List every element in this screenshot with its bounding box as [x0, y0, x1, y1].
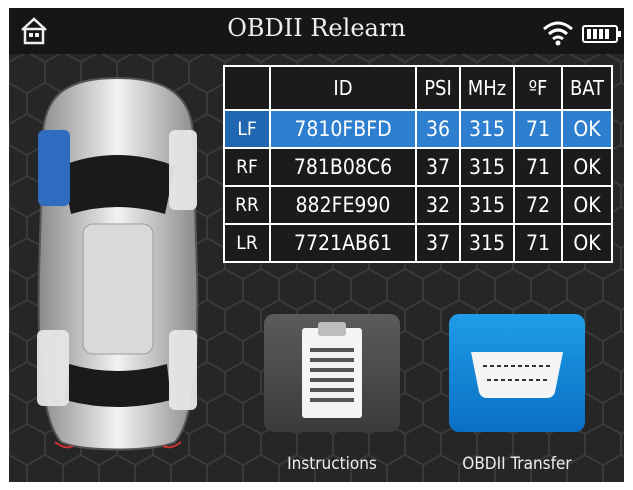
table-row-rf[interactable]: RF 781B08C6 37 315 71 OK	[223, 147, 613, 187]
row-battery: OK	[561, 147, 613, 187]
header-psi: PSI	[415, 65, 461, 111]
header-mhz: MHz	[459, 65, 515, 111]
row-mhz: 315	[459, 147, 515, 187]
tire-left-rear[interactable]	[37, 330, 69, 406]
table-row-rr[interactable]: RR 882FE990 32 315 72 OK	[223, 185, 613, 225]
row-position: RR	[223, 185, 271, 225]
row-temp: 71	[513, 147, 563, 187]
row-temp: 72	[513, 185, 563, 225]
obd-connector-icon	[471, 352, 563, 398]
row-sensor-id: 781B08C6	[269, 147, 417, 187]
tire-right-front[interactable]	[169, 130, 197, 210]
row-battery: OK	[561, 185, 613, 225]
obd-transfer-label: OBDII Transfer	[462, 454, 572, 474]
row-sensor-id: 882FE990	[269, 185, 417, 225]
row-sensor-id: 7721AB61	[269, 223, 417, 263]
row-psi: 37	[415, 147, 461, 187]
row-position: LF	[223, 109, 271, 149]
row-temp: 71	[513, 223, 563, 263]
row-temp: 71	[513, 109, 563, 149]
tire-right-rear[interactable]	[169, 330, 197, 410]
device-screen: OBDII Relearn ID PSI MHz ºF BAT LF 7810F…	[9, 8, 624, 482]
header-temp: ºF	[513, 65, 563, 111]
top-bar: OBDII Relearn	[9, 8, 624, 54]
instructions-button[interactable]	[264, 314, 400, 432]
instructions-label: Instructions	[287, 454, 377, 474]
row-position: RF	[223, 147, 271, 187]
row-sensor-id: 7810FBFD	[269, 109, 417, 149]
battery-icon	[582, 25, 621, 43]
clipboard-icon	[302, 322, 362, 418]
obd-transfer-button[interactable]	[449, 314, 585, 432]
header-position	[223, 65, 271, 111]
header-id: ID	[269, 65, 417, 111]
tire-left-front[interactable]	[38, 130, 70, 206]
sensor-table: ID PSI MHz ºF BAT LF 7810FBFD 36 315 71 …	[223, 65, 613, 263]
page-title: OBDII Relearn	[227, 14, 406, 42]
table-row-lr[interactable]: LR 7721AB61 37 315 71 OK	[223, 223, 613, 263]
row-mhz: 315	[459, 109, 515, 149]
row-psi: 36	[415, 109, 461, 149]
row-position: LR	[223, 223, 271, 263]
wifi-icon	[543, 21, 573, 46]
header-battery: BAT	[561, 65, 613, 111]
row-psi: 32	[415, 185, 461, 225]
row-mhz: 315	[459, 223, 515, 263]
row-psi: 37	[415, 223, 461, 263]
row-mhz: 315	[459, 185, 515, 225]
table-header-row: ID PSI MHz ºF BAT	[223, 65, 613, 111]
row-battery: OK	[561, 223, 613, 263]
table-row-lf[interactable]: LF 7810FBFD 36 315 71 OK	[223, 109, 613, 149]
row-battery: OK	[561, 109, 613, 149]
